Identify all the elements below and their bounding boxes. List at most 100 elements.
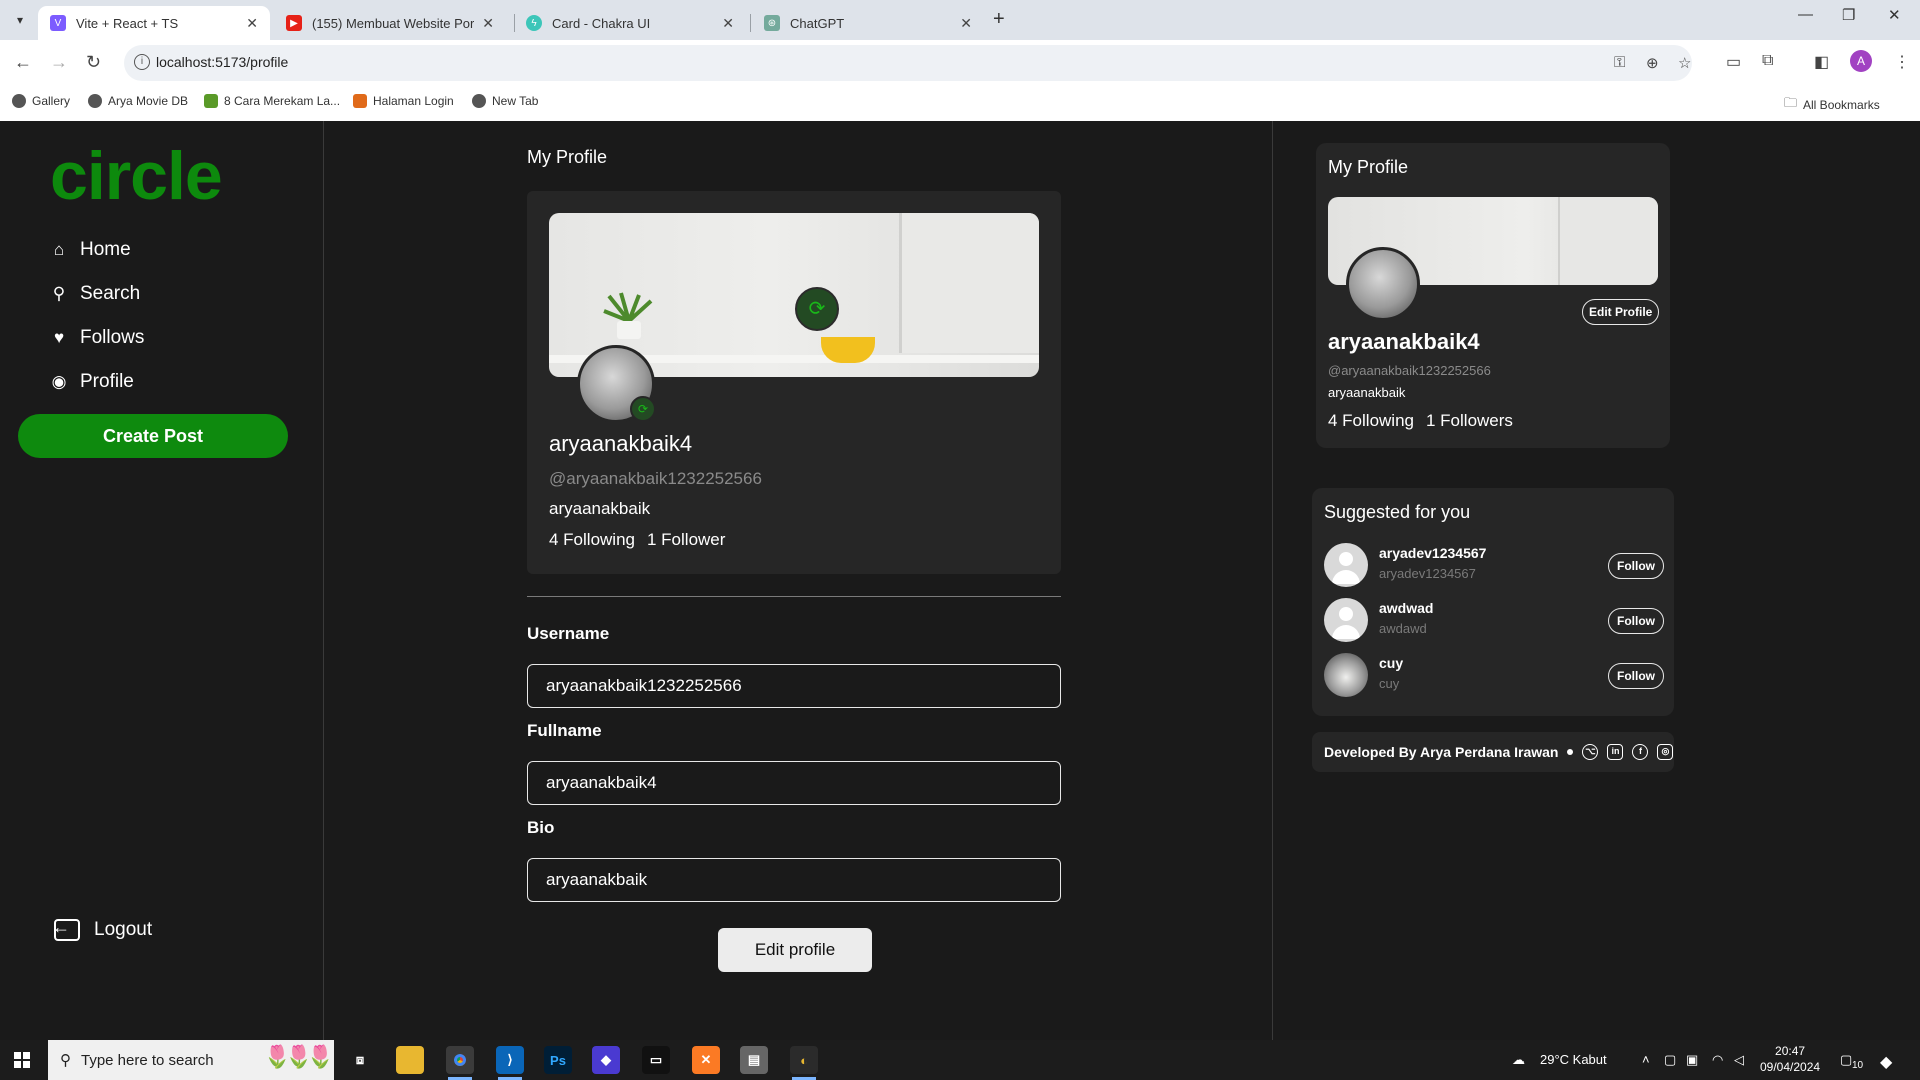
tab-separator (750, 14, 751, 32)
terminal-icon[interactable]: ▭ (642, 1046, 670, 1074)
weather-icon[interactable]: ☁ (1512, 1052, 1525, 1068)
zoom-icon[interactable]: ⊕ (1646, 54, 1659, 72)
edit-profile-button[interactable]: Edit Profile (1582, 299, 1660, 325)
bookmark-movie-db[interactable]: Arya Movie DB (88, 94, 188, 108)
bookmarks-bar: Gallery Arya Movie DB 8 Cara Merekam La.… (0, 86, 1920, 121)
linkedin-icon[interactable]: in (1607, 744, 1624, 760)
copilot-icon[interactable]: ◆ (592, 1046, 620, 1074)
suggested-name[interactable]: aryadev1234567 (1379, 545, 1486, 561)
bio-field[interactable] (527, 858, 1061, 902)
reload-icon[interactable]: ↻ (86, 52, 101, 73)
instagram-icon[interactable]: ◎ (1657, 744, 1674, 760)
profile-avatar[interactable]: A (1850, 50, 1872, 72)
github-icon[interactable]: ⌥ (1582, 744, 1599, 760)
weather-text[interactable]: 29°C Kabut (1540, 1052, 1607, 1067)
tulips-icon: 🌷🌷🌷 (263, 1044, 334, 1069)
bookmark-halaman-login[interactable]: Halaman Login (353, 94, 454, 108)
follow-button[interactable]: Follow (1608, 553, 1664, 579)
vscode-icon[interactable]: ⟩ (496, 1046, 524, 1080)
tab-chatgpt[interactable]: ⊛ ChatGPT ✕ (752, 6, 984, 40)
cast-icon[interactable]: ▭ (1726, 52, 1741, 72)
restore-icon[interactable]: ❐ (1842, 6, 1855, 24)
following-count[interactable]: 4 Following (549, 530, 635, 550)
notification-icon[interactable]: ▢ (1840, 1052, 1852, 1068)
menu-kebab-icon[interactable]: ⋮ (1894, 52, 1910, 72)
all-bookmarks[interactable]: 🗀 All Bookmarks (1784, 94, 1880, 116)
avatar: ⟳ (577, 345, 656, 423)
copilot-tray-icon[interactable]: ◆ (1880, 1052, 1892, 1072)
close-icon[interactable]: ✕ (482, 15, 494, 32)
new-tab-plus-icon[interactable]: + (993, 8, 1005, 31)
avatar[interactable] (1324, 598, 1368, 642)
close-icon[interactable]: ✕ (960, 15, 972, 32)
address-bar[interactable]: i localhost:5173/profile ⚿ ⊕ ☆ (124, 45, 1692, 81)
side-panel-icon[interactable]: ◧ (1814, 52, 1829, 72)
list-item: cuy cuy Follow (1324, 653, 1664, 699)
forward-icon[interactable]: → (50, 52, 68, 73)
app-icon[interactable]: ◐ (790, 1046, 818, 1080)
avatar[interactable] (1324, 543, 1368, 587)
clock[interactable]: 20:47 09/04/2024 (1760, 1043, 1820, 1075)
follow-button[interactable]: Follow (1608, 663, 1664, 689)
url-text[interactable]: localhost:5173/profile (156, 54, 288, 70)
tab-chakra[interactable]: ϟ Card - Chakra UI ✕ (514, 6, 746, 40)
close-icon[interactable]: ✕ (246, 15, 258, 32)
suggested-name[interactable]: cuy (1379, 655, 1403, 671)
nav-search[interactable]: ⚲ Search (50, 283, 140, 305)
username-field[interactable] (527, 664, 1061, 708)
tab-search-chevron-icon[interactable]: ▾ (8, 8, 32, 32)
file-explorer-icon[interactable] (396, 1046, 424, 1074)
bookmark-cara-merekam[interactable]: 8 Cara Merekam La... (204, 94, 340, 108)
page-title: My Profile (527, 147, 608, 167)
nav-home[interactable]: ⌂ Home (50, 239, 131, 261)
extensions-icon[interactable]: ⧉ (1762, 52, 1773, 70)
fullname-field[interactable] (527, 761, 1061, 805)
photoshop-icon[interactable]: Ps (544, 1046, 572, 1074)
bookmark-gallery[interactable]: Gallery (12, 94, 70, 108)
back-icon[interactable]: ← (14, 52, 32, 73)
nav-follows[interactable]: ♥ Follows (50, 327, 144, 349)
followers-count[interactable]: 1 Followers (1426, 411, 1513, 431)
display-icon[interactable]: ▣ (1686, 1052, 1698, 1068)
logout-icon (52, 917, 80, 941)
bookmark-new-tab[interactable]: New Tab (472, 94, 538, 108)
window-close-icon[interactable]: ✕ (1888, 6, 1901, 24)
edit-profile-submit-button[interactable]: Edit profile (718, 928, 872, 972)
xampp-icon (353, 94, 367, 108)
tab-vite[interactable]: V Vite + React + TS ✕ (38, 6, 270, 40)
suggested-name[interactable]: awdwad (1379, 600, 1433, 616)
change-cover-icon[interactable]: ⟳ (795, 287, 839, 331)
profile-name: aryaanakbaik4 (549, 431, 693, 456)
task-view-icon[interactable]: ⧈ (346, 1046, 374, 1074)
wifi-icon[interactable]: ◠ (1712, 1052, 1723, 1068)
follow-button[interactable]: Follow (1608, 608, 1664, 634)
site-info-icon[interactable]: i (134, 54, 150, 70)
tab-youtube[interactable]: ▶ (155) Membuat Website Portfoli ✕ (274, 6, 506, 40)
xampp-icon[interactable]: ✕ (692, 1046, 720, 1074)
store-icon[interactable]: ▤ (740, 1046, 768, 1074)
meet-icon[interactable]: ▢ (1664, 1052, 1676, 1068)
password-key-icon[interactable]: ⚿ (1614, 54, 1625, 71)
home-icon: ⌂ (53, 240, 65, 259)
avatar[interactable] (1324, 653, 1368, 697)
tab-title: ChatGPT (790, 15, 845, 31)
volume-icon[interactable]: ◁ (1734, 1052, 1744, 1068)
logo[interactable]: circle (50, 137, 223, 215)
followers-count[interactable]: 1 Follower (647, 530, 725, 550)
logout-button[interactable]: Logout (52, 917, 153, 941)
windows-start-icon[interactable] (14, 1052, 30, 1068)
close-icon[interactable]: ✕ (722, 15, 734, 32)
following-count[interactable]: 4 Following (1328, 411, 1414, 431)
minimize-icon[interactable]: — (1798, 6, 1813, 23)
change-avatar-icon[interactable]: ⟳ (630, 396, 656, 422)
chrome-icon[interactable] (446, 1046, 474, 1080)
nav-profile[interactable]: ◉ Profile (50, 371, 134, 393)
facebook-icon[interactable]: f (1632, 744, 1649, 760)
create-post-button[interactable]: Create Post (18, 414, 288, 458)
taskbar-search[interactable]: ⚲ Type here to search 🌷🌷🌷 (48, 1040, 334, 1080)
suggested-title: Suggested for you (1324, 502, 1471, 522)
bookmark-label: Arya Movie DB (108, 94, 189, 108)
chevron-up-icon[interactable]: ˄ (1642, 1052, 1650, 1067)
logout-label: Logout (94, 919, 153, 940)
bookmark-star-icon[interactable]: ☆ (1678, 54, 1691, 72)
